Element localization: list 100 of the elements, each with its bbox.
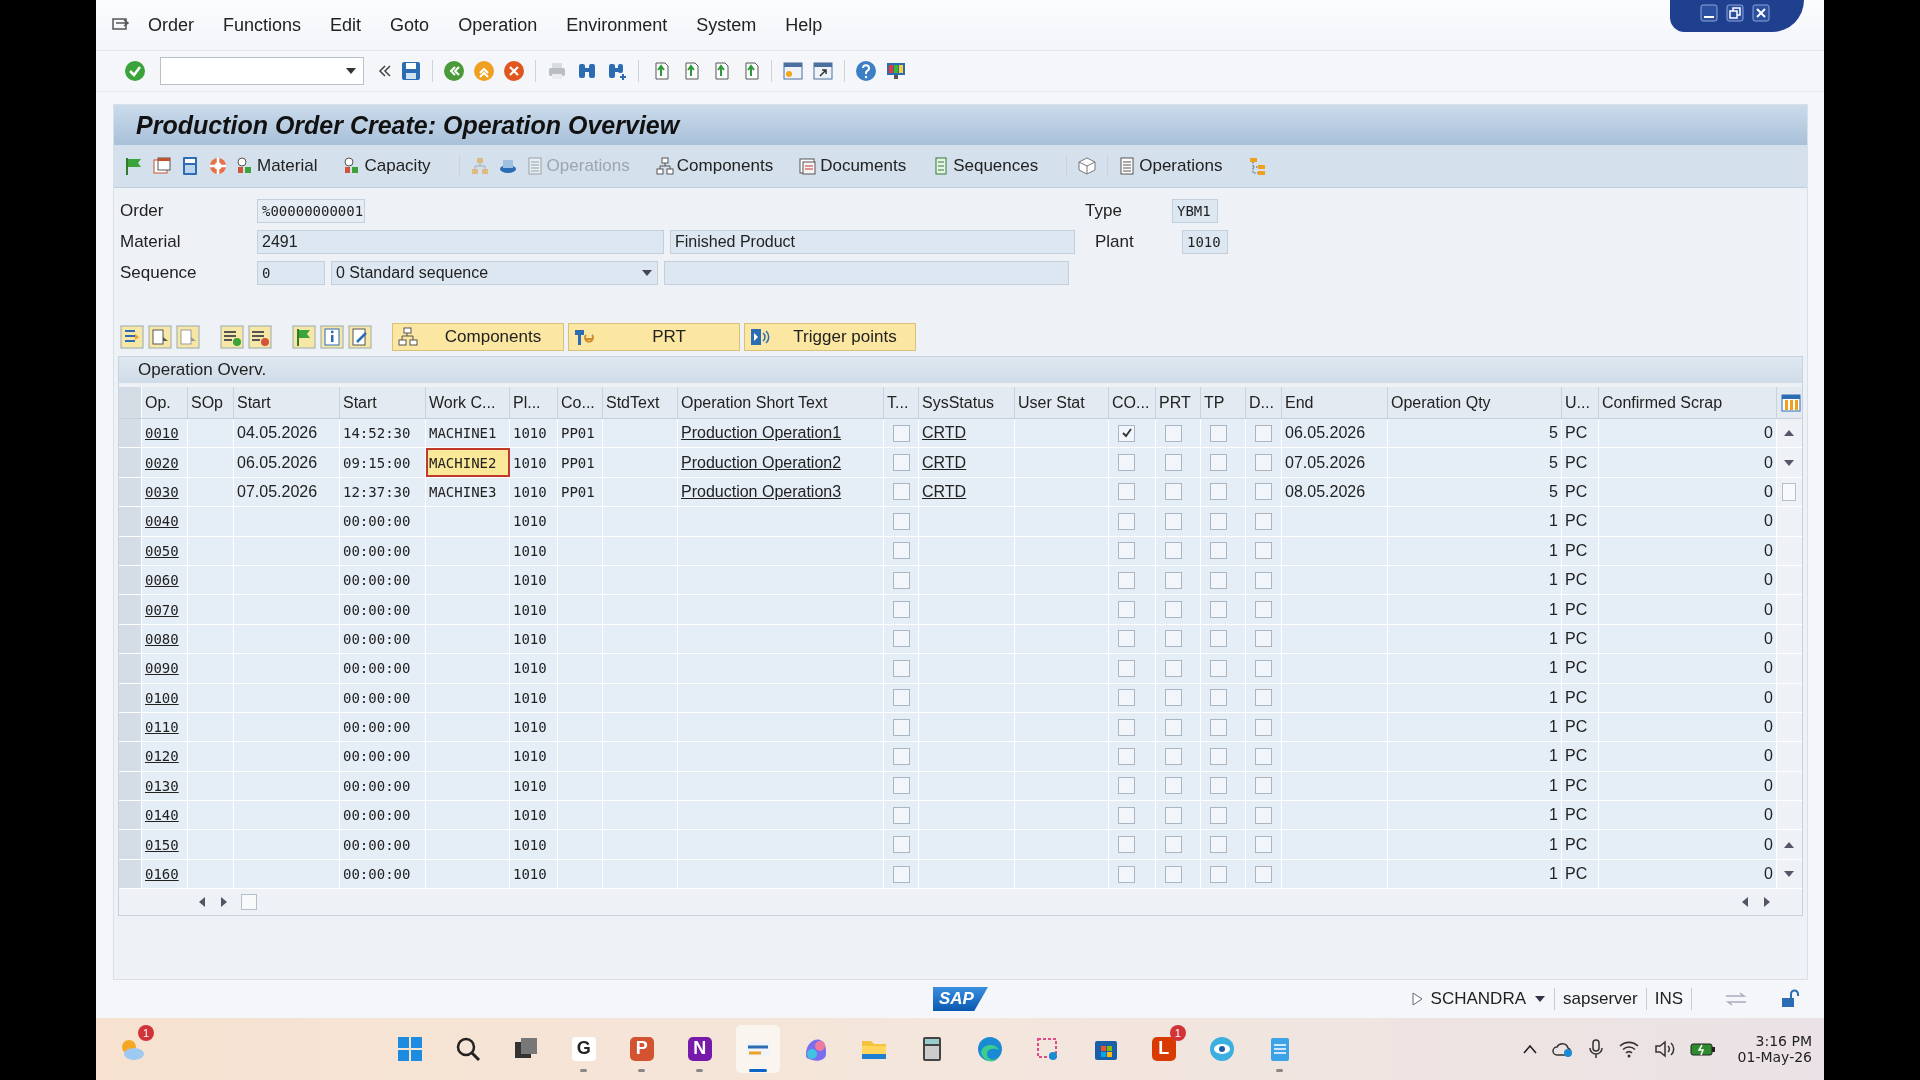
- table-cell[interactable]: [1109, 830, 1156, 859]
- scroll-down-icon[interactable]: [1783, 457, 1795, 468]
- table-cell[interactable]: [884, 683, 919, 712]
- table-cell[interactable]: MACHINE1: [426, 419, 510, 448]
- box-icon[interactable]: [1077, 156, 1098, 176]
- column-header[interactable]: Operation Short Text: [678, 387, 884, 418]
- table-cell[interactable]: [1246, 654, 1282, 683]
- checkbox[interactable]: [1210, 630, 1227, 648]
- column-header[interactable]: T...: [884, 387, 919, 418]
- calendar-icon[interactable]: [152, 156, 172, 176]
- order-field[interactable]: %00000000001: [257, 199, 365, 223]
- table-cell[interactable]: [884, 419, 919, 448]
- column-header[interactable]: End: [1282, 387, 1388, 418]
- table-cell[interactable]: 0080: [142, 624, 188, 654]
- link[interactable]: 0080: [145, 630, 179, 647]
- scroll-up-icon[interactable]: [1783, 428, 1795, 439]
- checkbox[interactable]: [893, 571, 910, 589]
- column-header[interactable]: Start: [234, 387, 340, 418]
- table-cell[interactable]: [1201, 448, 1246, 477]
- table-cell[interactable]: [426, 536, 510, 565]
- table-cell[interactable]: [1109, 536, 1156, 565]
- menu-icon[interactable]: [112, 17, 130, 33]
- menu-item[interactable]: Goto: [390, 14, 430, 36]
- deselect-icon[interactable]: [176, 325, 200, 349]
- table-cell[interactable]: 0130: [142, 771, 188, 801]
- checkbox[interactable]: [1255, 483, 1272, 501]
- taskbar-app[interactable]: G: [561, 1025, 606, 1073]
- table-cell[interactable]: [1201, 771, 1246, 801]
- checkbox[interactable]: [1165, 806, 1182, 824]
- table-cell[interactable]: [678, 507, 884, 536]
- table-cell[interactable]: [678, 859, 884, 889]
- table-cell[interactable]: [1201, 536, 1246, 565]
- toolbar-button[interactable]: Trigger points: [744, 323, 916, 351]
- checkbox[interactable]: [1165, 777, 1182, 795]
- toolbar-button[interactable]: Components: [392, 323, 564, 351]
- lock-icon[interactable]: [1780, 989, 1800, 1009]
- column-header[interactable]: CO...: [1109, 387, 1156, 418]
- table-cell[interactable]: 0150: [142, 830, 188, 859]
- table-cell[interactable]: [1109, 859, 1156, 889]
- checkbox[interactable]: [1210, 601, 1227, 619]
- checkbox[interactable]: [1118, 512, 1135, 530]
- checkbox[interactable]: [1210, 689, 1227, 707]
- table-cell[interactable]: [1246, 771, 1282, 801]
- shortcut-icon[interactable]: [812, 60, 834, 82]
- checkbox[interactable]: [893, 659, 910, 677]
- link[interactable]: Production Operation1: [681, 424, 842, 443]
- caret-icon[interactable]: [345, 67, 357, 75]
- link[interactable]: 0020: [145, 454, 179, 471]
- checkbox[interactable]: [1165, 748, 1182, 765]
- row-selector[interactable]: [119, 654, 142, 683]
- link[interactable]: 0160: [145, 866, 179, 883]
- scroll-right-icon[interactable]: [219, 896, 229, 909]
- scroll-left-icon[interactable]: [197, 896, 207, 909]
- row-selector[interactable]: [119, 565, 142, 595]
- help-icon[interactable]: [855, 60, 877, 82]
- checkbox[interactable]: [1255, 689, 1272, 707]
- checkbox[interactable]: [1118, 718, 1135, 736]
- table-cell[interactable]: [1201, 712, 1246, 742]
- table-cell[interactable]: [1109, 419, 1156, 448]
- play-icon[interactable]: [1410, 992, 1423, 1006]
- check-icon[interactable]: [124, 60, 146, 82]
- table-cell[interactable]: [919, 771, 1015, 801]
- table-cell[interactable]: [678, 565, 884, 595]
- table-cell[interactable]: 0140: [142, 801, 188, 830]
- column-header[interactable]: StdText: [603, 387, 678, 418]
- table-cell[interactable]: [1246, 624, 1282, 654]
- table-cell[interactable]: [426, 624, 510, 654]
- type-field[interactable]: YBM1: [1172, 199, 1218, 223]
- checkbox[interactable]: [1118, 542, 1135, 560]
- table-cell[interactable]: [1156, 595, 1201, 624]
- table-cell[interactable]: CRTD: [919, 448, 1015, 477]
- caret-icon[interactable]: [641, 269, 653, 277]
- link[interactable]: 0060: [145, 572, 179, 589]
- hierarchy-icon[interactable]: [469, 156, 490, 176]
- menu-item[interactable]: Help: [785, 14, 823, 36]
- row-selector[interactable]: [119, 595, 142, 624]
- column-header[interactable]: D...: [1246, 387, 1282, 418]
- table-cell[interactable]: [1109, 742, 1156, 771]
- column-header[interactable]: TP: [1201, 387, 1246, 418]
- checkbox[interactable]: [893, 424, 910, 442]
- checkbox[interactable]: [1255, 777, 1272, 795]
- checkbox[interactable]: [1210, 512, 1227, 530]
- column-header[interactable]: SysStatus: [919, 387, 1015, 418]
- clock-date[interactable]: 01-May-26: [1737, 1049, 1812, 1065]
- link[interactable]: 0150: [145, 836, 179, 853]
- table-cell[interactable]: [1156, 565, 1201, 595]
- column-header[interactable]: U...: [1562, 387, 1599, 418]
- link[interactable]: 0100: [145, 689, 179, 706]
- table-cell[interactable]: [1201, 507, 1246, 536]
- checkbox[interactable]: [1255, 865, 1272, 883]
- sequence-dropdown[interactable]: 0 Standard sequence: [331, 261, 658, 285]
- column-header[interactable]: Co...: [558, 387, 603, 418]
- table-cell[interactable]: [1156, 477, 1201, 507]
- table-cell[interactable]: [919, 859, 1015, 889]
- table-cell[interactable]: [1201, 742, 1246, 771]
- table-cell[interactable]: [1201, 624, 1246, 654]
- table-cell[interactable]: [884, 654, 919, 683]
- table-cell[interactable]: [919, 801, 1015, 830]
- table-cell[interactable]: [426, 654, 510, 683]
- column-header[interactable]: Pl...: [510, 387, 558, 418]
